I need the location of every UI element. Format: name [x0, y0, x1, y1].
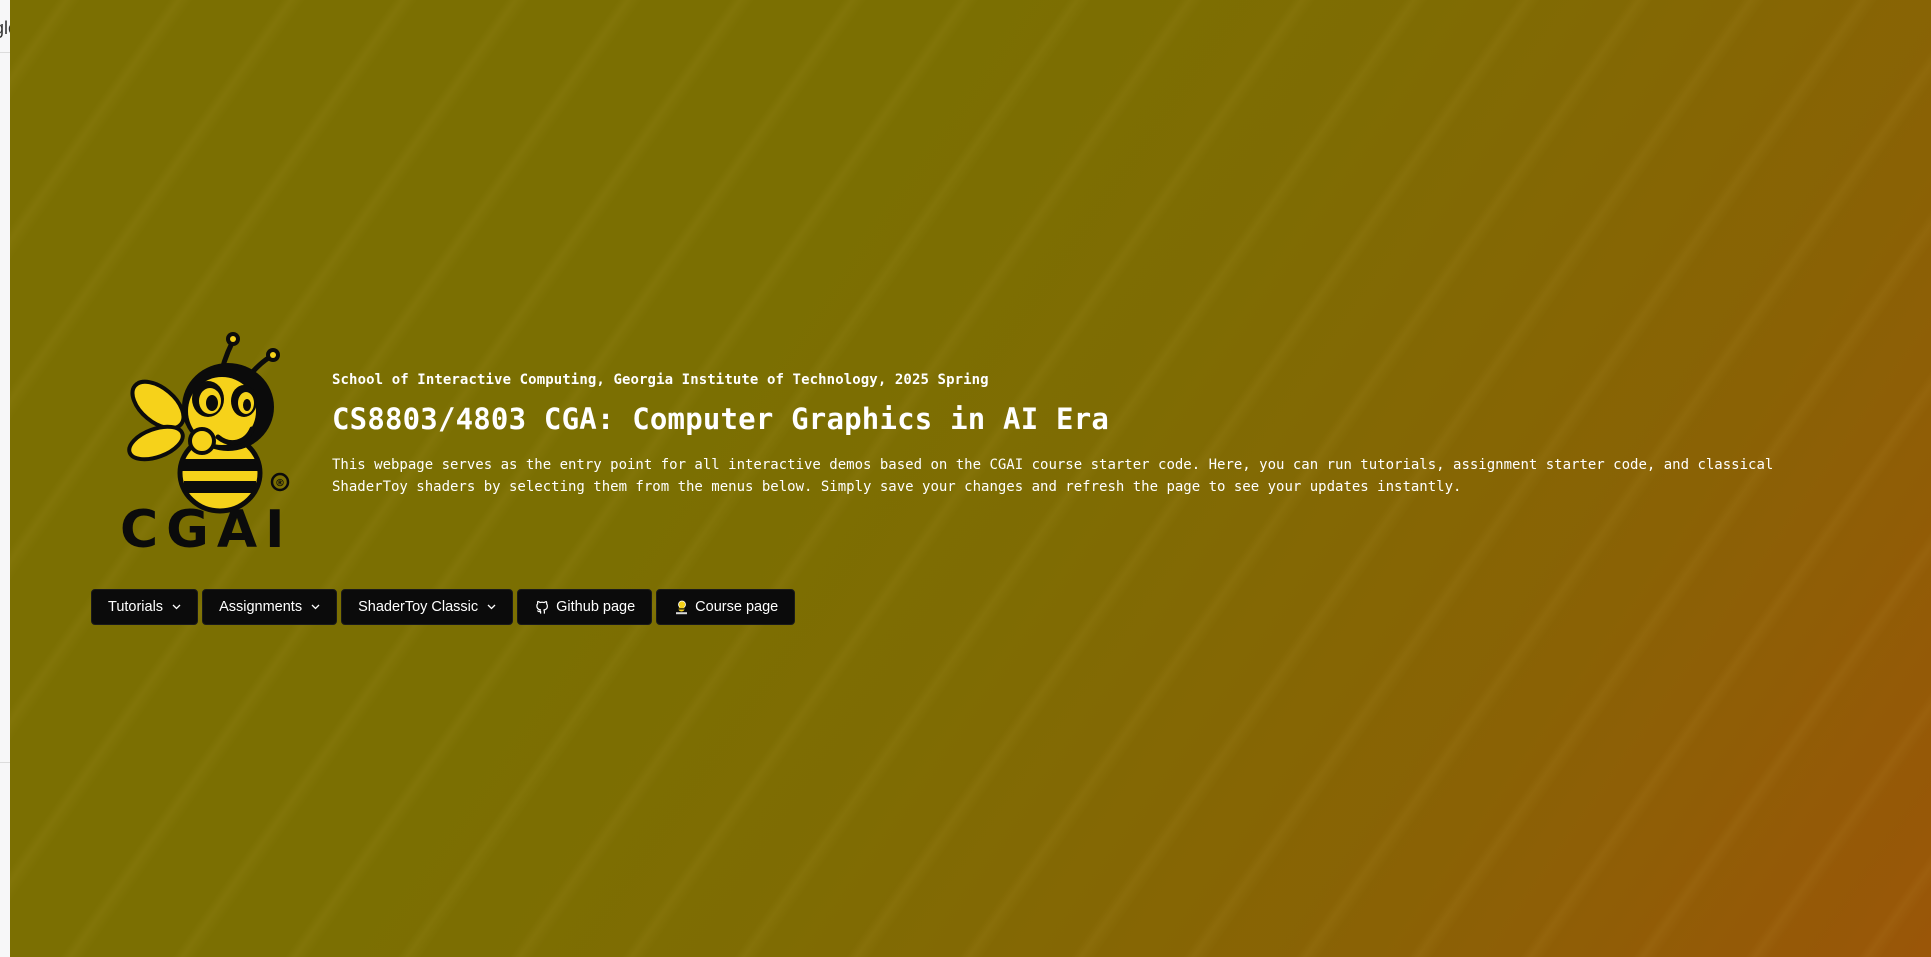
- page-description: This webpage serves as the entry point f…: [332, 457, 1774, 495]
- registered-mark: ®: [275, 478, 285, 489]
- github-icon: [534, 599, 550, 615]
- cgai-bee-icon: [673, 599, 689, 615]
- tutorials-label: Tutorials: [108, 599, 164, 615]
- github-page-button[interactable]: Github page: [517, 589, 653, 625]
- institution-subtitle: School of Interactive Computing, Georgia…: [332, 372, 989, 388]
- menu-toolbar: Tutorials Assignments ShaderToy Classic …: [91, 589, 796, 625]
- shadertoy-classic-dropdown-button[interactable]: ShaderToy Classic: [341, 589, 514, 625]
- logo-wordmark: CGAI: [120, 500, 292, 555]
- divider: [0, 52, 10, 53]
- assignments-dropdown-button[interactable]: Assignments: [202, 589, 338, 625]
- shadertoy-label: ShaderToy Classic: [358, 599, 479, 615]
- hero-banner: ® CGAI School of Interactive Computing, …: [10, 0, 1931, 957]
- page-title: CS8803/4803 CGA: Computer Graphics in AI…: [332, 402, 1110, 436]
- assignments-label: Assignments: [219, 599, 303, 615]
- course-label: Course page: [695, 599, 779, 615]
- course-header: School of Interactive Computing, Georgia…: [332, 372, 1781, 498]
- course-page-button[interactable]: Course page: [656, 589, 796, 625]
- divider: [0, 762, 10, 763]
- chevron-down-icon: [310, 602, 320, 612]
- chevron-down-icon: [171, 602, 181, 612]
- chevron-down-icon: [486, 602, 496, 612]
- cgai-logo: ® CGAI: [120, 332, 292, 555]
- tutorials-dropdown-button[interactable]: Tutorials: [91, 589, 199, 625]
- github-label: Github page: [556, 599, 636, 615]
- bee-mascot-icon: [127, 332, 280, 514]
